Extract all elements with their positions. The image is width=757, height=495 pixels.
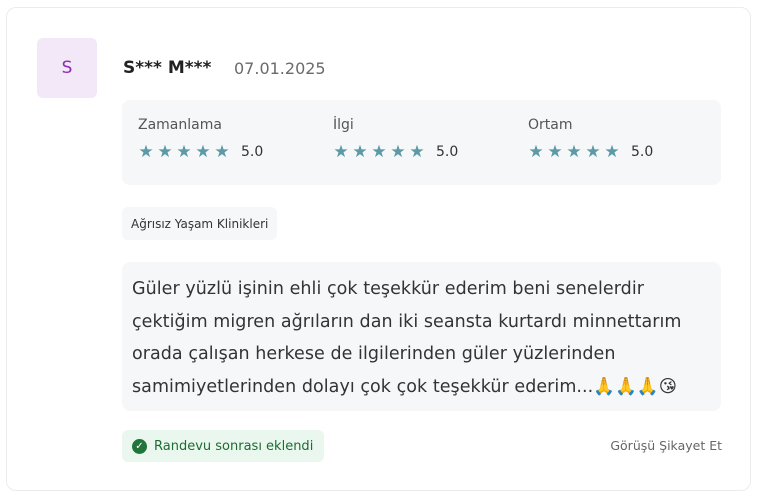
- rating-label: Ortam: [528, 117, 573, 133]
- report-review-link[interactable]: Görüşü Şikayet Et: [610, 438, 722, 453]
- review-comment: Güler yüzlü işinin ehli çok teşekkür ede…: [122, 262, 721, 411]
- star-icon: ★: [371, 142, 387, 162]
- avatar: S: [37, 38, 97, 98]
- author-name: S*** M***: [123, 58, 212, 78]
- rating-score: 5.0: [436, 144, 459, 160]
- star-icon: ★: [566, 142, 582, 162]
- star-icon: ★: [409, 142, 425, 162]
- review-date: 07.01.2025: [234, 59, 326, 78]
- clinic-tag[interactable]: Ağrısız Yaşam Klinikleri: [122, 207, 278, 240]
- review-card: [6, 7, 751, 491]
- verified-badge: ✓ Randevu sonrası eklendi: [122, 430, 325, 462]
- star-rating: ★ ★ ★ ★ ★: [333, 142, 425, 162]
- rating-zamanlama: Zamanlama ★ ★ ★ ★ ★ 5.0: [138, 117, 264, 162]
- comment-text: Güler yüzlü işinin ehli çok teşekkür ede…: [132, 279, 682, 397]
- rating-ilgi: İlgi ★ ★ ★ ★ ★ 5.0: [333, 117, 459, 162]
- rating-label: Zamanlama: [138, 117, 222, 133]
- star-icon: ★: [157, 142, 173, 162]
- rating-score: 5.0: [631, 144, 654, 160]
- star-icon: ★: [138, 142, 154, 162]
- star-icon: ★: [585, 142, 601, 162]
- star-icon: ★: [528, 142, 544, 162]
- rating-label: İlgi: [333, 117, 354, 133]
- star-icon: ★: [333, 142, 349, 162]
- star-rating: ★ ★ ★ ★ ★: [528, 142, 620, 162]
- star-icon: ★: [604, 142, 620, 162]
- ratings-panel: Zamanlama ★ ★ ★ ★ ★ 5.0 İlgi ★ ★ ★ ★ ★ 5.0 Ortam…: [122, 100, 721, 185]
- star-icon: ★: [352, 142, 368, 162]
- star-icon: ★: [214, 142, 230, 162]
- star-rating: ★ ★ ★ ★ ★: [138, 142, 230, 162]
- badge-text: Randevu sonrası eklendi: [154, 438, 314, 454]
- star-icon: ★: [390, 142, 406, 162]
- star-icon: ★: [195, 142, 211, 162]
- rating-ortam: Ortam ★ ★ ★ ★ ★ 5.0: [528, 117, 654, 162]
- star-icon: ★: [176, 142, 192, 162]
- rating-score: 5.0: [241, 144, 264, 160]
- star-icon: ★: [547, 142, 563, 162]
- check-circle-icon: ✓: [132, 438, 147, 454]
